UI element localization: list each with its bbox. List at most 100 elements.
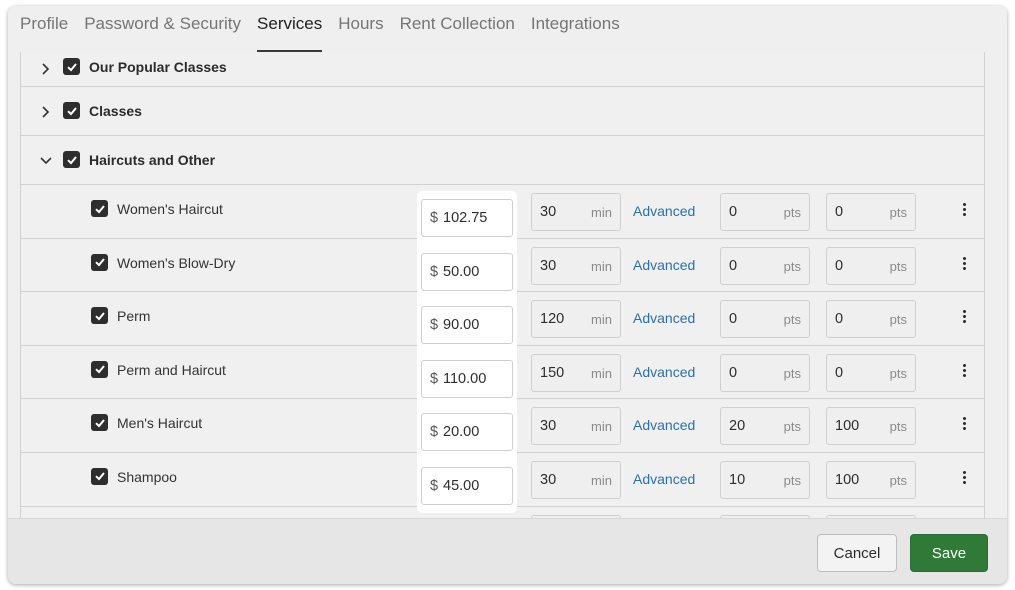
price-field[interactable]: $50.00 — [421, 252, 513, 291]
duration-value: 150 — [540, 364, 565, 381]
chevron-down-icon[interactable] — [39, 154, 53, 168]
duration-field[interactable]: 120 min — [531, 300, 621, 339]
service-name: Perm and Haircut — [117, 361, 226, 378]
check-icon — [66, 62, 77, 71]
price-value: 50.00 — [443, 263, 480, 280]
tab-hours[interactable]: Hours — [338, 6, 383, 52]
service-checkbox[interactable] — [91, 200, 108, 217]
settings-window: Profile Password & Security Services Hou… — [8, 6, 1007, 584]
tab-password-security[interactable]: Password & Security — [84, 6, 241, 52]
more-options-icon[interactable] — [961, 470, 967, 487]
more-options-icon[interactable] — [961, 203, 967, 219]
tab-services[interactable]: Services — [257, 6, 323, 52]
currency-symbol: $ — [430, 478, 439, 494]
duration-field[interactable]: 30 min — [531, 460, 621, 499]
points-value: 0 — [729, 257, 738, 274]
points-field-1[interactable]: 0 pts — [720, 353, 810, 392]
duration-value: 30 — [540, 471, 557, 488]
duration-field[interactable]: 150 min — [531, 353, 621, 392]
tab-rent-collection[interactable]: Rent Collection — [400, 6, 515, 52]
check-icon — [94, 472, 105, 481]
points-field-1[interactable]: 0 pts — [720, 300, 810, 339]
points-field-2[interactable]: 0 pts — [826, 246, 916, 285]
points-unit: pts — [889, 419, 907, 435]
currency-symbol: $ — [430, 263, 439, 280]
group-checkbox[interactable] — [63, 151, 80, 168]
price-field[interactable]: $102.75 — [421, 199, 513, 237]
points-field-2[interactable]: 100 pts — [826, 460, 916, 499]
service-name: Perm — [117, 308, 151, 325]
points-field-1[interactable]: 20 pts — [720, 407, 810, 446]
more-options-icon[interactable] — [961, 417, 967, 433]
points-unit: pts — [783, 472, 801, 488]
check-icon — [94, 312, 105, 321]
tab-profile[interactable]: Profile — [20, 6, 68, 52]
points-field-1[interactable]: 0 pts — [720, 193, 810, 231]
service-checkbox[interactable] — [91, 307, 108, 325]
chevron-right-icon[interactable] — [39, 62, 53, 76]
group-row-classes: Classes — [21, 87, 984, 136]
dialog-footer: Cancel Save — [8, 518, 1007, 584]
points-field-2[interactable]: 100 pts — [826, 407, 916, 446]
price-value: 45.00 — [443, 478, 480, 494]
cancel-button[interactable]: Cancel — [817, 534, 897, 572]
advanced-link[interactable]: Advanced — [633, 257, 695, 273]
more-options-icon[interactable] — [961, 363, 967, 380]
points-field-2[interactable]: 0 pts — [826, 193, 916, 231]
duration-unit: min — [591, 472, 612, 488]
more-options-icon[interactable] — [961, 310, 967, 326]
group-checkbox[interactable] — [63, 102, 80, 119]
points-value: 20 — [729, 418, 746, 435]
duration-field[interactable]: 30 min — [531, 246, 621, 285]
check-icon — [66, 106, 77, 115]
price-field[interactable]: $90.00 — [421, 306, 513, 345]
points-unit: pts — [783, 365, 801, 381]
duration-field[interactable]: 30 min — [531, 193, 621, 231]
points-value: 0 — [835, 257, 844, 274]
price-field[interactable]: $20.00 — [421, 413, 513, 452]
advanced-link[interactable]: Advanced — [633, 364, 695, 380]
advanced-link[interactable]: Advanced — [633, 310, 695, 326]
currency-symbol: $ — [430, 317, 439, 334]
currency-symbol: $ — [430, 424, 439, 441]
duration-unit: min — [591, 365, 612, 381]
save-button[interactable]: Save — [910, 534, 988, 572]
chevron-right-icon[interactable] — [39, 105, 53, 119]
advanced-link[interactable]: Advanced — [633, 417, 695, 433]
tab-integrations[interactable]: Integrations — [531, 6, 620, 52]
price-value: 20.00 — [443, 424, 480, 441]
duration-value: 30 — [540, 418, 557, 435]
service-checkbox[interactable] — [91, 467, 108, 485]
points-field-1[interactable]: 10 pts — [720, 460, 810, 499]
check-icon — [94, 365, 105, 374]
duration-field[interactable]: 30 min — [531, 407, 621, 446]
price-field[interactable]: $45.00 — [421, 467, 513, 505]
service-checkbox[interactable] — [91, 414, 108, 432]
points-field-2[interactable]: 0 pts — [826, 353, 916, 392]
points-unit: pts — [783, 205, 801, 220]
group-checkbox[interactable] — [63, 58, 80, 75]
duration-value: 120 — [540, 311, 565, 328]
price-value: 102.75 — [443, 210, 488, 226]
service-name: Women's Haircut — [117, 201, 223, 217]
points-unit: pts — [889, 258, 907, 274]
points-value: 0 — [729, 204, 738, 220]
check-icon — [94, 204, 105, 213]
duration-unit: min — [591, 312, 612, 328]
service-name: Men's Haircut — [117, 415, 203, 432]
group-label: Haircuts and Other — [89, 152, 216, 168]
price-field[interactable]: $110.00 — [421, 359, 513, 398]
points-value: 10 — [729, 471, 746, 488]
group-label: Our Popular Classes — [89, 59, 227, 75]
points-field-2[interactable]: 0 pts — [826, 300, 916, 339]
points-unit: pts — [889, 472, 907, 488]
service-checkbox[interactable] — [91, 360, 108, 378]
advanced-link[interactable]: Advanced — [633, 471, 695, 487]
advanced-link[interactable]: Advanced — [633, 203, 695, 219]
duration-value: 30 — [540, 204, 557, 220]
more-options-icon[interactable] — [961, 256, 967, 273]
service-checkbox[interactable] — [91, 253, 108, 271]
points-unit: pts — [783, 258, 801, 274]
check-icon — [94, 419, 105, 428]
points-field-1[interactable]: 0 pts — [720, 246, 810, 285]
